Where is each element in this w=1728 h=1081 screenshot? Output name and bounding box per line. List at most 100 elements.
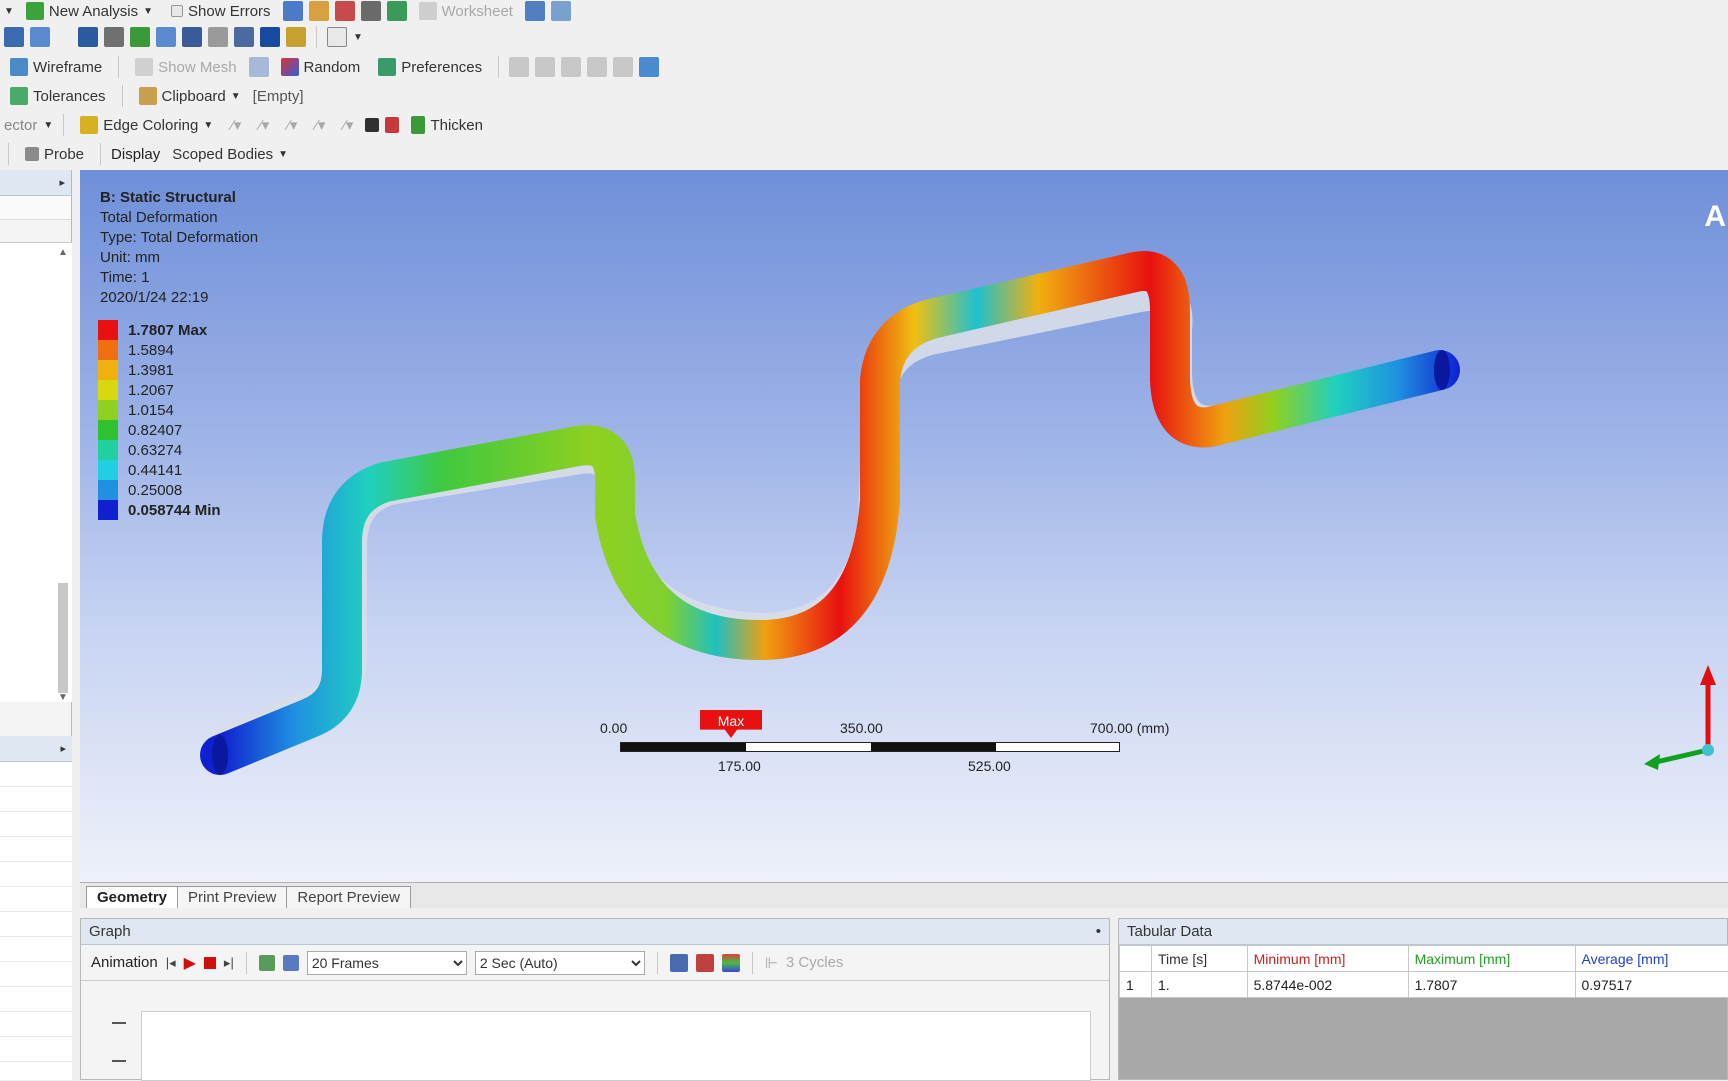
random-label: Random (304, 59, 361, 76)
view-icon[interactable] (182, 27, 202, 47)
step-forward-icon[interactable]: ▸| (224, 955, 234, 971)
edge-coloring-label: Edge Coloring (103, 117, 198, 134)
export-video-icon[interactable] (670, 954, 688, 972)
scroll-down-icon[interactable]: ▼ (56, 692, 70, 710)
edge-coloring-button[interactable]: Edge Coloring ▼ (74, 113, 219, 137)
view-icon[interactable] (234, 27, 254, 47)
distributed-icon[interactable] (283, 955, 299, 971)
preferences-button[interactable]: Preferences (372, 55, 488, 79)
clipboard-button[interactable]: Clipboard ▼ (133, 84, 247, 108)
display-option-icon[interactable] (613, 57, 633, 77)
show-mesh-button[interactable]: Show Mesh (129, 55, 242, 79)
display-icon[interactable] (260, 27, 280, 47)
tab-geometry[interactable]: Geometry (86, 886, 178, 908)
scale-label: 525.00 (968, 758, 1011, 774)
graph-canvas[interactable] (141, 1011, 1091, 1081)
tab-report-preview[interactable]: Report Preview (286, 886, 411, 908)
vector-label: ector (4, 117, 37, 134)
tool-icon[interactable] (387, 1, 407, 21)
edge-style-button[interactable]: ⁄▾ (281, 113, 303, 137)
axis-icon (112, 1022, 126, 1062)
errors-icon (171, 5, 183, 17)
column-header[interactable] (1120, 946, 1152, 972)
display-option-icon[interactable] (509, 57, 529, 77)
pointer-icon[interactable] (525, 1, 545, 21)
display-value: Scoped Bodies (172, 146, 273, 163)
stop-icon[interactable] (204, 957, 216, 969)
rotate-icon[interactable] (551, 1, 571, 21)
speed-dropdown[interactable]: 2 Sec (Auto) (475, 951, 645, 975)
display-option-icon[interactable] (639, 57, 659, 77)
fit-icon[interactable] (104, 27, 124, 47)
wireframe-button[interactable]: Wireframe (4, 55, 108, 79)
new-analysis-button[interactable]: New Analysis ▼ (20, 0, 159, 23)
tab-print-preview[interactable]: Print Preview (177, 886, 287, 908)
play-icon[interactable]: ▶ (184, 953, 196, 973)
pin-icon[interactable]: • (1096, 923, 1101, 940)
random-colors-icon (281, 58, 299, 76)
random-colors-button[interactable]: Random (275, 55, 367, 79)
graph-panel-header: Graph • (81, 919, 1109, 945)
pin-icon[interactable]: ▸ (60, 742, 66, 755)
details-grid[interactable] (0, 762, 72, 1080)
triad-axis-icon[interactable] (1628, 640, 1728, 780)
column-header[interactable]: Minimum [mm] (1247, 946, 1408, 972)
edge-style-button[interactable]: ⁄▾ (253, 113, 275, 137)
pin-icon[interactable]: ▸ (59, 176, 65, 189)
frames-dropdown[interactable]: 20 Frames (307, 951, 467, 975)
column-header[interactable]: Time [s] (1151, 946, 1247, 972)
tool-icon[interactable] (361, 1, 381, 21)
edge-style-button[interactable]: ⁄▾ (225, 113, 247, 137)
zoom-box-icon[interactable] (78, 27, 98, 47)
zoom-icon[interactable] (696, 954, 714, 972)
window-icon[interactable] (327, 27, 347, 47)
outline-tree[interactable]: ▲ ▼ (0, 242, 72, 702)
tolerances-button[interactable]: Tolerances (4, 84, 112, 108)
display-icon[interactable] (286, 27, 306, 47)
display-dropdown[interactable]: Scoped Bodies ▼ (166, 142, 294, 166)
zoom-out-icon[interactable] (30, 27, 50, 47)
column-header[interactable]: Maximum [mm] (1408, 946, 1575, 972)
search-icon[interactable] (156, 27, 176, 47)
show-errors-button[interactable]: Show Errors (165, 0, 277, 23)
edge-style-button[interactable]: ⁄▾ (337, 113, 359, 137)
tabular-data-table[interactable]: Time [s]Minimum [mm]Maximum [mm]Average … (1119, 945, 1728, 998)
color-icon[interactable] (722, 954, 740, 972)
edge-style-button[interactable]: ⁄▾ (309, 113, 331, 137)
probe-button[interactable]: Probe (19, 142, 90, 166)
display-option-icon[interactable] (587, 57, 607, 77)
display-option-icon[interactable] (535, 57, 555, 77)
tabular-data-title: Tabular Data (1127, 923, 1212, 940)
scroll-up-icon[interactable]: ▲ (56, 247, 70, 265)
display-label: Display (111, 146, 160, 163)
scale-label: 350.00 (840, 720, 883, 736)
export-icon[interactable] (259, 955, 275, 971)
step-back-icon[interactable]: |◂ (166, 955, 176, 971)
toolbar-row-2: ▼ (0, 22, 1728, 52)
chevron-down-icon[interactable]: ▼ (43, 120, 53, 131)
outline-search-row[interactable] (0, 196, 71, 220)
chevron-down-icon: ▼ (143, 6, 153, 17)
edge-tool-icon[interactable] (365, 118, 379, 132)
magnify-icon[interactable] (130, 27, 150, 47)
chevron-down-icon[interactable]: ▼ (4, 6, 14, 17)
axis-icon[interactable] (249, 57, 269, 77)
view-icon[interactable] (208, 27, 228, 47)
display-option-icon[interactable] (561, 57, 581, 77)
cycles-icon[interactable]: ⊩ (765, 954, 778, 972)
new-analysis-icon (26, 2, 44, 20)
worksheet-button[interactable]: Worksheet (413, 0, 519, 23)
chevron-down-icon[interactable]: ▼ (353, 32, 363, 43)
tool-icon[interactable] (335, 1, 355, 21)
probe-label: Probe (44, 146, 84, 163)
scrollbar-thumb[interactable] (58, 583, 68, 693)
thicken-button[interactable]: Thicken (405, 113, 489, 137)
zoom-in-icon[interactable] (4, 27, 24, 47)
graphics-viewport[interactable]: B: Static Structural Total Deformation T… (80, 170, 1728, 882)
column-header[interactable]: Average [mm] (1575, 946, 1728, 972)
clipboard-icon (139, 87, 157, 105)
table-row[interactable]: 11.5.8744e-0021.78070.97517 (1120, 972, 1728, 998)
tool-icon[interactable] (309, 1, 329, 21)
edge-tool-icon[interactable] (385, 117, 399, 133)
tool-icon[interactable] (283, 1, 303, 21)
